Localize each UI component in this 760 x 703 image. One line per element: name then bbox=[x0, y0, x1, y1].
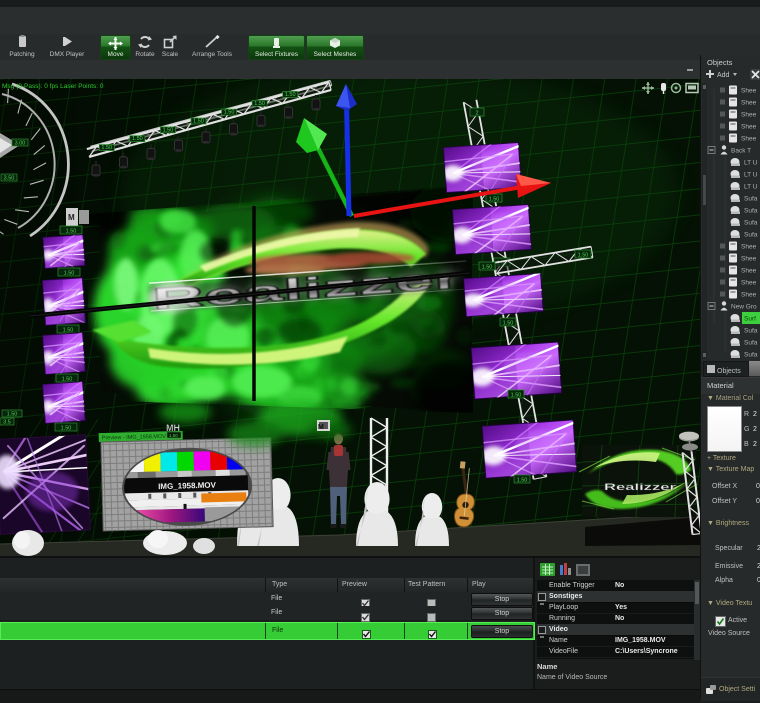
svg-text:MH: MH bbox=[166, 423, 180, 433]
svg-text:Shee: Shee bbox=[741, 112, 757, 119]
svg-text:1.50: 1.50 bbox=[193, 119, 204, 125]
svg-text:Sufa: Sufa bbox=[744, 220, 758, 227]
svg-text:Add: Add bbox=[717, 72, 730, 79]
svg-text:Shee: Shee bbox=[741, 268, 757, 275]
svg-text:1.50: 1.50 bbox=[285, 92, 296, 98]
svg-text:Sufa: Sufa bbox=[744, 232, 758, 239]
svg-text:M: M bbox=[318, 424, 324, 431]
svg-text:2: 2 bbox=[475, 111, 478, 117]
svg-text:3.00: 3.00 bbox=[15, 141, 26, 147]
svg-text:Realizzer: Realizzer bbox=[604, 482, 677, 492]
svg-text:1.50: 1.50 bbox=[578, 253, 589, 259]
svg-text:LT U: LT U bbox=[744, 172, 758, 179]
svg-text:Shee: Shee bbox=[741, 88, 757, 95]
svg-text:1.50: 1.50 bbox=[7, 412, 18, 418]
svg-text:Back T: Back T bbox=[731, 148, 751, 155]
svg-text:1.50: 1.50 bbox=[511, 393, 522, 399]
svg-text:1.50: 1.50 bbox=[224, 110, 235, 116]
svg-text:M: M bbox=[68, 213, 75, 222]
svg-text:LT U: LT U bbox=[744, 184, 758, 191]
svg-text:Shee: Shee bbox=[741, 256, 757, 263]
svg-text:1.50: 1.50 bbox=[66, 229, 77, 235]
svg-text:Msg (0-Pass): 0 fps Laser Po: Msg (0-Pass): 0 fps Laser Points: 0 bbox=[2, 83, 104, 90]
svg-text:IMG_1958.MOV: IMG_1958.MOV bbox=[158, 481, 217, 492]
svg-text:3.50: 3.50 bbox=[4, 176, 15, 182]
svg-text:Sufa: Sufa bbox=[744, 208, 758, 215]
svg-text:Shee: Shee bbox=[741, 244, 757, 251]
svg-text:Shee: Shee bbox=[741, 100, 757, 107]
svg-text:Shee: Shee bbox=[741, 292, 757, 299]
svg-text:1.50: 1.50 bbox=[489, 197, 500, 203]
svg-text:1.50: 1.50 bbox=[101, 145, 112, 151]
svg-text:New Gro: New Gro bbox=[731, 304, 757, 311]
svg-text:1.50: 1.50 bbox=[64, 271, 75, 277]
svg-text:Sufa: Sufa bbox=[744, 352, 758, 359]
svg-text:Sufa: Sufa bbox=[744, 328, 758, 335]
svg-text:Sufa: Sufa bbox=[744, 340, 758, 347]
svg-text:Sufa: Sufa bbox=[744, 196, 758, 203]
svg-text:1.50: 1.50 bbox=[169, 433, 178, 438]
svg-text:1.50: 1.50 bbox=[254, 101, 265, 107]
svg-text:1.50: 1.50 bbox=[517, 478, 528, 484]
svg-text:1.50: 1.50 bbox=[163, 127, 174, 133]
svg-text:3.5: 3.5 bbox=[3, 420, 11, 426]
svg-text:1.50: 1.50 bbox=[63, 328, 74, 334]
svg-text:Surf: Surf bbox=[744, 316, 756, 323]
svg-text:Shee: Shee bbox=[741, 280, 757, 287]
svg-text:Shee: Shee bbox=[741, 124, 757, 131]
svg-text:1.50: 1.50 bbox=[61, 426, 72, 432]
svg-text:1.50: 1.50 bbox=[132, 136, 143, 142]
svg-text:LT U: LT U bbox=[744, 160, 758, 167]
svg-text:1.50: 1.50 bbox=[62, 377, 73, 383]
svg-text:Shee: Shee bbox=[741, 136, 757, 143]
svg-text:1.50: 1.50 bbox=[482, 265, 493, 271]
svg-text:1.50: 1.50 bbox=[503, 321, 514, 327]
